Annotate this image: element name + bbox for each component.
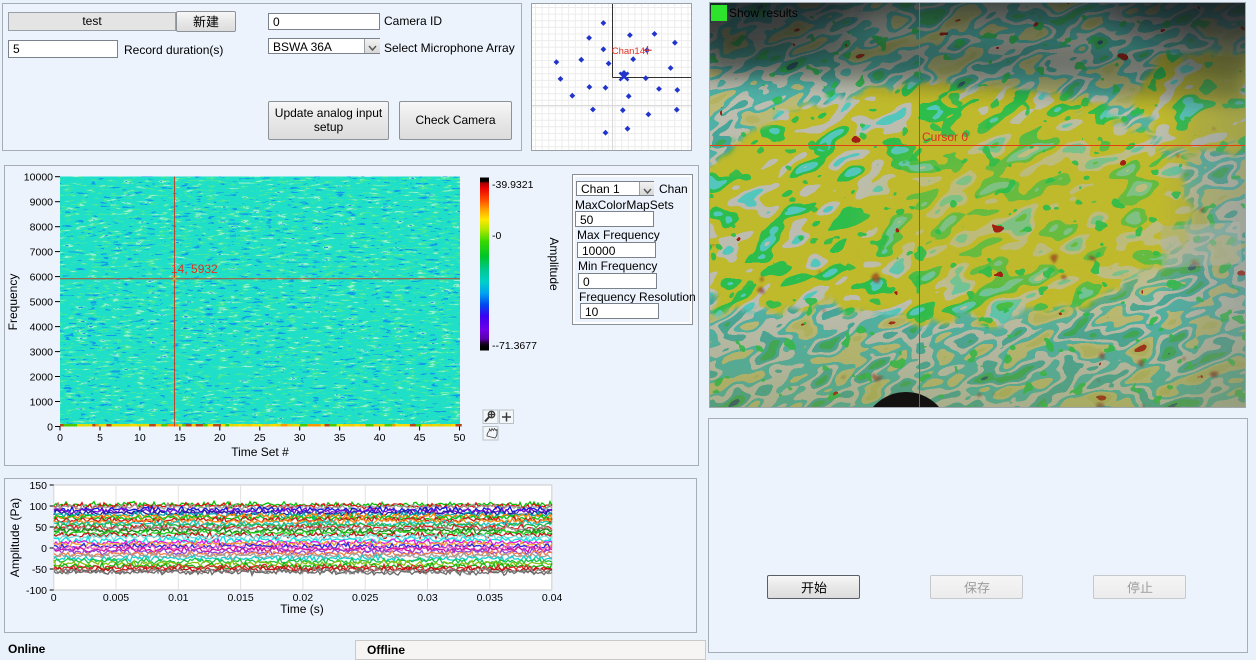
svg-text:0.035: 0.035 bbox=[477, 592, 503, 604]
svg-text:Time (s): Time (s) bbox=[280, 602, 324, 616]
svg-text:Cursor 0: Cursor 0 bbox=[922, 130, 968, 144]
svg-text:7000: 7000 bbox=[30, 247, 54, 259]
svg-text:14, 5932: 14, 5932 bbox=[171, 262, 218, 276]
svg-text:0.025: 0.025 bbox=[352, 592, 378, 604]
svg-text:8000: 8000 bbox=[30, 222, 54, 234]
svg-text:50: 50 bbox=[35, 522, 47, 534]
svg-text:30: 30 bbox=[294, 432, 306, 444]
svg-text:0: 0 bbox=[57, 432, 63, 444]
svg-text:150: 150 bbox=[29, 480, 47, 492]
svg-text:9000: 9000 bbox=[30, 197, 54, 209]
svg-text:15: 15 bbox=[174, 432, 186, 444]
svg-text:100: 100 bbox=[29, 501, 47, 513]
svg-text:Frequency: Frequency bbox=[6, 274, 20, 331]
svg-text:-39.9321: -39.9321 bbox=[492, 179, 534, 191]
svg-text:0: 0 bbox=[47, 422, 53, 434]
svg-text:-0: -0 bbox=[492, 230, 501, 242]
svg-text:4000: 4000 bbox=[30, 322, 54, 334]
svg-text:0: 0 bbox=[51, 592, 57, 604]
svg-text:Show results: Show results bbox=[729, 6, 798, 20]
svg-text:1000: 1000 bbox=[30, 397, 54, 409]
svg-text:0.03: 0.03 bbox=[417, 592, 438, 604]
svg-text:-100: -100 bbox=[26, 585, 47, 597]
svg-text:40: 40 bbox=[374, 432, 386, 444]
svg-text:2000: 2000 bbox=[30, 372, 54, 384]
svg-text:5: 5 bbox=[97, 432, 103, 444]
svg-text:Chan14: Chan14 bbox=[612, 46, 645, 57]
svg-text:Amplitude: Amplitude bbox=[547, 237, 561, 291]
svg-text:35: 35 bbox=[334, 432, 346, 444]
svg-text:Time Set #: Time Set # bbox=[231, 445, 289, 459]
svg-text:6000: 6000 bbox=[30, 272, 54, 284]
svg-text:0: 0 bbox=[41, 543, 47, 555]
svg-text:-50: -50 bbox=[32, 564, 47, 576]
svg-text:10000: 10000 bbox=[24, 172, 53, 184]
svg-text:10: 10 bbox=[134, 432, 146, 444]
svg-text:Amplitude (Pa): Amplitude (Pa) bbox=[8, 498, 22, 577]
svg-text:3000: 3000 bbox=[30, 347, 54, 359]
svg-text:45: 45 bbox=[414, 432, 426, 444]
svg-text:25: 25 bbox=[254, 432, 266, 444]
svg-text:50: 50 bbox=[454, 432, 466, 444]
svg-text:0.01: 0.01 bbox=[168, 592, 189, 604]
svg-text:0.015: 0.015 bbox=[227, 592, 253, 604]
svg-text:5000: 5000 bbox=[30, 297, 54, 309]
svg-text:20: 20 bbox=[214, 432, 226, 444]
svg-text:--71.3677: --71.3677 bbox=[492, 340, 537, 352]
svg-text:0.005: 0.005 bbox=[103, 592, 129, 604]
svg-text:0.04: 0.04 bbox=[542, 592, 563, 604]
